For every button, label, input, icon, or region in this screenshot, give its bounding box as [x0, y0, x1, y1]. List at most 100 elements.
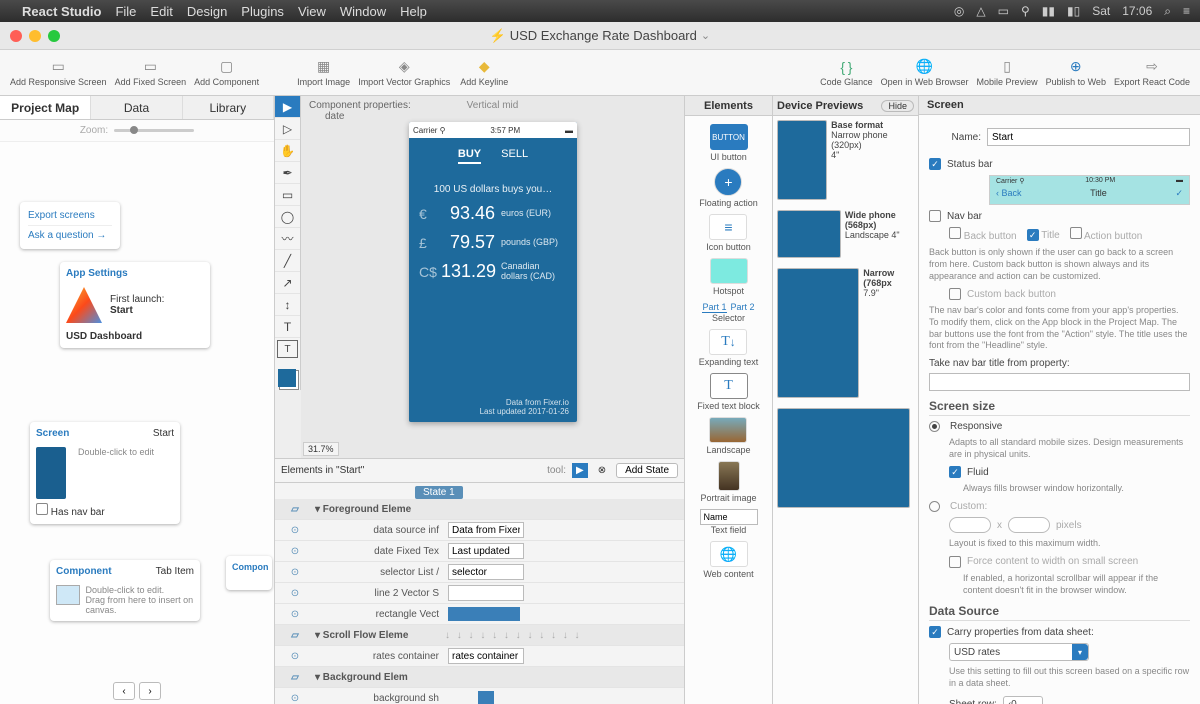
- device-preview-item[interactable]: Wide phone (568px)Landscape 4": [777, 210, 914, 260]
- minimize-window-button[interactable]: [29, 30, 41, 42]
- brush-tool[interactable]: 〰: [275, 228, 300, 250]
- export-screens-link[interactable]: Export screens: [28, 210, 112, 221]
- text-field-element[interactable]: [700, 509, 758, 525]
- carry-props-checkbox[interactable]: ✓: [929, 626, 941, 638]
- close-window-button[interactable]: [10, 30, 22, 42]
- navbar-checkbox[interactable]: [929, 210, 941, 222]
- color-swatch[interactable]: [278, 369, 296, 387]
- tab-library[interactable]: Library: [183, 96, 274, 119]
- screen-thumbnail[interactable]: [36, 447, 66, 499]
- back-button-checkbox[interactable]: [949, 227, 961, 239]
- width-input[interactable]: [949, 517, 991, 533]
- arrow-tool[interactable]: ↗: [275, 272, 300, 294]
- export-react-button[interactable]: ⇨Export React Code: [1110, 57, 1194, 89]
- layer-row[interactable]: ⊙line 2 Vector S: [275, 583, 684, 604]
- fixed-text-element[interactable]: T: [710, 373, 748, 399]
- action-button-checkbox[interactable]: [1070, 227, 1082, 239]
- text-tool[interactable]: T: [275, 316, 300, 338]
- custom-back-checkbox[interactable]: [949, 288, 961, 300]
- layer-row[interactable]: ⊙selector List /: [275, 562, 684, 583]
- airplay-icon[interactable]: ▭: [998, 4, 1009, 18]
- tab-buy[interactable]: BUY: [458, 148, 481, 164]
- device-preview-item[interactable]: [777, 408, 914, 510]
- clock-day[interactable]: Sat: [1092, 4, 1110, 18]
- menu-window[interactable]: Window: [340, 4, 386, 19]
- layer-lock-tool[interactable]: ⊗: [594, 463, 610, 478]
- add-state-button[interactable]: Add State: [616, 463, 678, 478]
- component-thumbnail[interactable]: [56, 585, 80, 605]
- import-vector-button[interactable]: ◈Import Vector Graphics: [354, 57, 454, 89]
- icon-button-element[interactable]: ≡: [709, 214, 747, 240]
- sheet-row-stepper[interactable]: ‹ 0: [1003, 696, 1043, 704]
- force-width-checkbox[interactable]: [949, 556, 961, 568]
- pm-next-button[interactable]: ›: [139, 682, 161, 700]
- menu-icon[interactable]: ≡: [1183, 4, 1190, 18]
- zoom-slider[interactable]: [114, 129, 194, 132]
- hotspot-element[interactable]: [710, 258, 748, 284]
- menu-edit[interactable]: Edit: [150, 4, 172, 19]
- status-icon[interactable]: ◎: [954, 4, 964, 18]
- menu-file[interactable]: File: [115, 4, 136, 19]
- layer-row[interactable]: ⊙rates container: [275, 646, 684, 667]
- phone-preview[interactable]: Carrier ⚲ 3:57 PM ▬ BUY SELL 100 US doll…: [409, 122, 577, 422]
- hide-previews-button[interactable]: Hide: [881, 100, 914, 112]
- canvas-zoom-readout[interactable]: 31.7%: [303, 442, 339, 456]
- device-preview-item[interactable]: Narrow (768px7.9": [777, 268, 914, 400]
- layer-row[interactable]: ⊙background sh: [275, 688, 684, 704]
- layer-section[interactable]: ▱▾ Scroll Flow Eleme↓ ↓ ↓ ↓ ↓ ↓ ↓ ↓ ↓ ↓ …: [275, 625, 684, 646]
- rect-tool[interactable]: ▭: [275, 184, 300, 206]
- data-sheet-select[interactable]: USD rates: [949, 643, 1089, 661]
- ask-question-link[interactable]: Ask a question →: [28, 230, 112, 241]
- import-image-button[interactable]: ▦Import Image: [293, 57, 354, 89]
- tab-sell[interactable]: SELL: [501, 148, 528, 164]
- layer-row[interactable]: ⊙rectangle Vect: [275, 604, 684, 625]
- menu-help[interactable]: Help: [400, 4, 427, 19]
- layer-section[interactable]: ▱▾ Foreground Eleme: [275, 499, 684, 520]
- device-preview-item[interactable]: Base formatNarrow phone (320px)4": [777, 120, 914, 202]
- menu-design[interactable]: Design: [187, 4, 227, 19]
- status-bar-checkbox[interactable]: ✓: [929, 158, 941, 170]
- open-browser-button[interactable]: 🌐Open in Web Browser: [877, 57, 973, 89]
- mobile-preview-button[interactable]: ▯Mobile Preview: [973, 57, 1042, 89]
- add-responsive-screen-button[interactable]: ▭Add Responsive Screen: [6, 57, 111, 89]
- text-block-tool[interactable]: T: [277, 340, 298, 358]
- tab-data[interactable]: Data: [91, 96, 182, 119]
- clock-time[interactable]: 17:06: [1122, 4, 1152, 18]
- title-property-input[interactable]: [929, 373, 1190, 391]
- zoom-window-button[interactable]: [48, 30, 60, 42]
- layer-row[interactable]: ⊙data source inf: [275, 520, 684, 541]
- ui-button-element[interactable]: BUTTON: [710, 124, 748, 150]
- publish-button[interactable]: ⊕Publish to Web: [1042, 57, 1110, 89]
- state-chip[interactable]: State 1: [415, 486, 463, 499]
- status-icon[interactable]: △: [976, 4, 985, 18]
- fluid-checkbox[interactable]: ✓: [949, 466, 961, 478]
- design-canvas[interactable]: Component properties: date Vertical mid …: [301, 96, 684, 458]
- line-tool[interactable]: ╱: [275, 250, 300, 272]
- app-name[interactable]: React Studio: [22, 4, 101, 19]
- height-input[interactable]: [1008, 517, 1050, 533]
- search-icon[interactable]: ⌕: [1164, 4, 1171, 19]
- add-keyline-button[interactable]: ◆Add Keyline: [454, 57, 514, 89]
- portrait-element[interactable]: [718, 461, 740, 491]
- select-tool[interactable]: ▶: [275, 96, 300, 118]
- hand-tool[interactable]: ✋: [275, 140, 300, 162]
- add-component-button[interactable]: ▢Add Component: [190, 57, 263, 89]
- direct-select-tool[interactable]: ▷: [275, 118, 300, 140]
- pen-tool[interactable]: ✒: [275, 162, 300, 184]
- expanding-text-element[interactable]: T↓: [709, 329, 747, 355]
- layer-row[interactable]: ⊙date Fixed Tex: [275, 541, 684, 562]
- wifi-icon[interactable]: ⚲: [1021, 4, 1030, 18]
- code-glance-button[interactable]: { }Code Glance: [816, 57, 877, 89]
- layer-select-tool[interactable]: ▶: [572, 463, 588, 478]
- landscape-element[interactable]: [709, 417, 747, 443]
- tab-project-map[interactable]: Project Map: [0, 96, 91, 119]
- ellipse-tool[interactable]: ◯: [275, 206, 300, 228]
- screen-name-input[interactable]: [987, 128, 1190, 146]
- add-fixed-screen-button[interactable]: ▭Add Fixed Screen: [111, 57, 191, 89]
- web-content-element[interactable]: 🌐: [710, 541, 748, 567]
- responsive-radio[interactable]: [929, 421, 940, 432]
- title-dropdown-icon[interactable]: ⌄: [701, 29, 710, 42]
- fab-element[interactable]: +: [714, 168, 742, 196]
- project-map-canvas[interactable]: Export screens Ask a question → App Sett…: [0, 142, 274, 704]
- title-checkbox[interactable]: ✓: [1027, 229, 1039, 241]
